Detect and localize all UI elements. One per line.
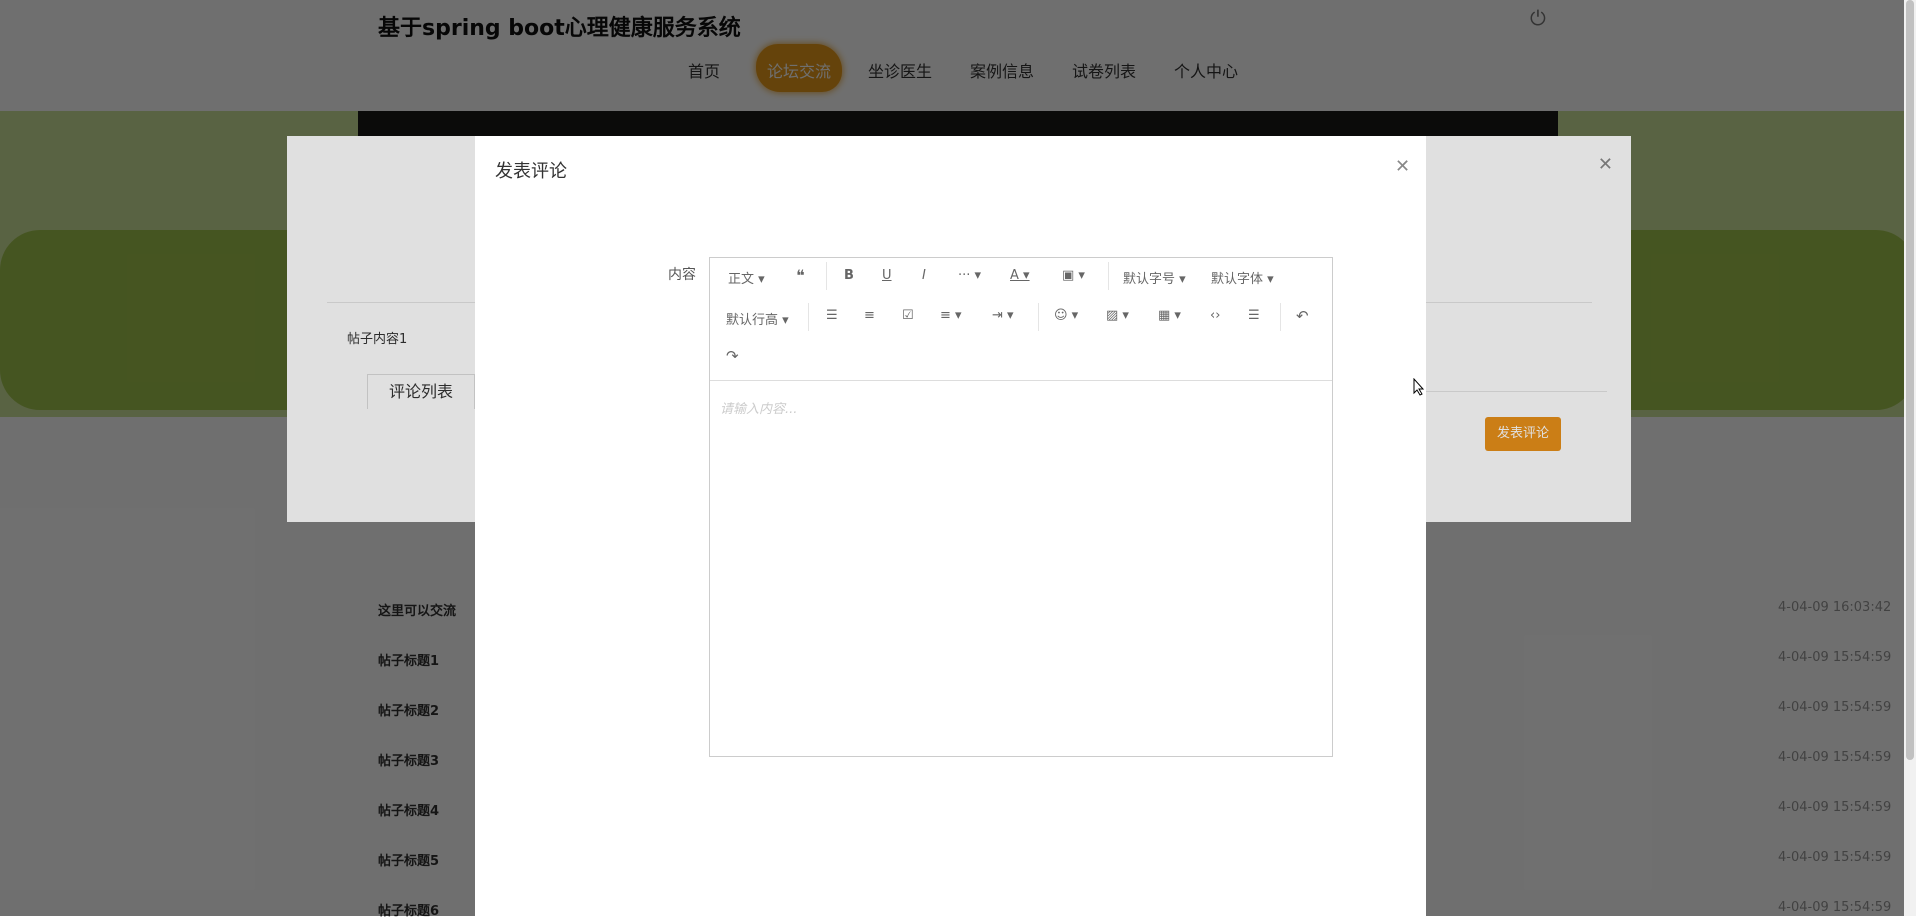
bold-icon[interactable]: B [844, 268, 854, 283]
numbered-list-icon[interactable]: ≡ [864, 308, 875, 323]
paragraph-select-label: 正文 [728, 272, 755, 287]
todo-icon[interactable]: ☑ [902, 308, 914, 323]
post-comment-dialog: 发表评论 ✕ 内容 正文 ▾ ❝ B U I ··· ▾ A ▾ ▣ ▾ 默认字… [475, 136, 1426, 916]
undo-icon[interactable]: ↶ [1296, 307, 1309, 325]
quote-icon[interactable]: ❝ [796, 266, 805, 285]
italic-icon[interactable]: I [922, 268, 926, 283]
image-icon[interactable]: ▨ ▾ [1106, 308, 1129, 323]
align-icon[interactable]: ≡ ▾ [940, 308, 962, 323]
dialog-title: 发表评论 [495, 161, 567, 182]
table-icon[interactable]: ▦ ▾ [1158, 308, 1181, 323]
divider [1280, 303, 1281, 331]
divider [1038, 303, 1039, 331]
rich-text-editor: 正文 ▾ ❝ B U I ··· ▾ A ▾ ▣ ▾ 默认字号 ▾ 默认字体 ▾… [709, 257, 1333, 757]
divider [808, 303, 809, 331]
redo-icon[interactable]: ↷ [726, 347, 739, 365]
emoji-icon[interactable]: ☺ ▾ [1054, 308, 1078, 323]
line-height-select[interactable]: 默认行高 ▾ [726, 309, 789, 328]
code-icon[interactable]: ‹› [1210, 308, 1220, 323]
underline-icon[interactable]: U [882, 268, 892, 283]
font-size-label: 默认字号 [1123, 272, 1176, 287]
font-family-select[interactable]: 默认字体 ▾ [1211, 268, 1274, 287]
font-family-label: 默认字体 [1211, 272, 1264, 287]
divider [826, 262, 827, 290]
more-icon[interactable]: ··· ▾ [958, 268, 981, 283]
font-color-icon[interactable]: A ▾ [1010, 268, 1030, 283]
scrollbar-thumb[interactable] [1906, 0, 1914, 760]
mouse-cursor-icon [1413, 377, 1425, 396]
indent-icon[interactable]: ⇥ ▾ [992, 308, 1014, 323]
editor-toolbar: 正文 ▾ ❝ B U I ··· ▾ A ▾ ▣ ▾ 默认字号 ▾ 默认字体 ▾… [710, 258, 1332, 381]
bullet-list-icon[interactable]: ☰ [826, 308, 838, 323]
close-icon[interactable]: ✕ [1395, 156, 1410, 177]
font-size-select[interactable]: 默认字号 ▾ [1123, 268, 1186, 287]
background-color-icon[interactable]: ▣ ▾ [1062, 268, 1085, 283]
divider [1108, 262, 1109, 290]
editor-content[interactable]: 请输入内容... [720, 398, 797, 417]
line-height-label: 默认行高 [726, 313, 779, 328]
content-label: 内容 [668, 267, 696, 283]
divider-line-icon[interactable]: ☰ [1248, 308, 1260, 323]
paragraph-select[interactable]: 正文 ▾ [728, 268, 765, 287]
